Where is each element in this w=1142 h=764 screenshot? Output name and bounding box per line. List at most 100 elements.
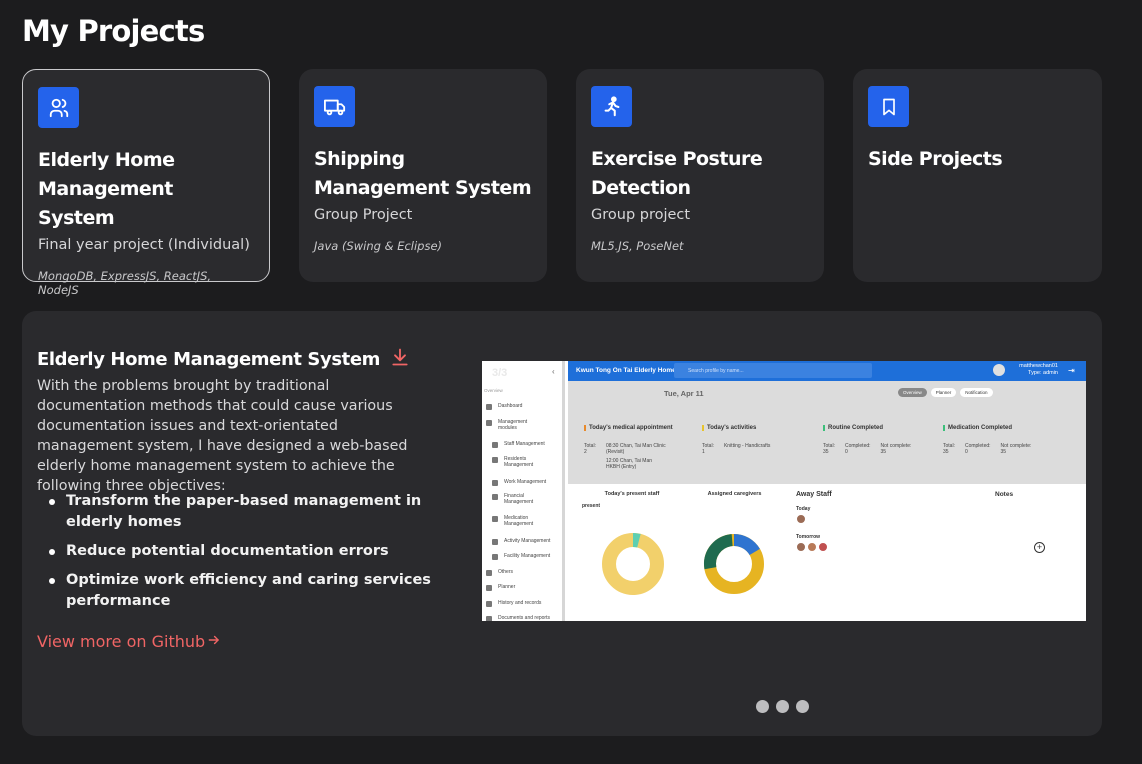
project-subtitle: Final year project (Individual)	[38, 237, 250, 253]
detail-title: Elderly Home Management System	[37, 347, 410, 372]
stat-title: Routine Completed	[823, 425, 911, 431]
objectives-list: Transform the paper-based management in …	[37, 491, 437, 620]
app-topbar: Kwun Tong On Tai Elderly Home Search pro…	[568, 361, 1086, 381]
residents-icon	[492, 457, 498, 463]
stat-value: 1	[702, 449, 705, 455]
stat-value: 35	[880, 449, 887, 455]
project-card-posture[interactable]: Exercise Posture Detection Group project…	[576, 69, 824, 282]
project-tech: ML5.JS, PoseNet	[591, 239, 684, 253]
arrow-right-icon	[207, 632, 221, 651]
app-sidebar-item: Dashboard	[486, 403, 522, 410]
app-summary: Tue, Apr 11 Overview Planner Notificatio…	[568, 381, 1086, 484]
away-staff-title: Away Staff	[796, 491, 832, 498]
project-title: Exercise Posture Detection	[591, 148, 763, 199]
stat-value: 2	[584, 449, 587, 455]
stat-value: 35	[823, 449, 829, 455]
download-icon[interactable]	[390, 347, 410, 372]
logout-icon: ⇥	[1068, 366, 1075, 375]
overview-label: Overview	[484, 388, 503, 393]
stat-title: Medication Completed	[943, 425, 1031, 431]
staff-avatar	[796, 514, 806, 524]
stat-value: 35	[1000, 449, 1007, 455]
present-donut-chart	[602, 533, 664, 595]
project-tech: MongoDB, ExpressJS, ReactJS, NodeJS	[38, 269, 212, 297]
app-tab: Notification	[960, 388, 993, 397]
app-sidebar-item: Work Management	[492, 479, 546, 486]
activity-icon	[492, 539, 498, 545]
project-subtitle: Group project	[591, 207, 691, 223]
carousel-dot[interactable]	[796, 700, 809, 713]
away-today-label: Today	[796, 506, 811, 512]
app-avatar	[993, 364, 1005, 376]
github-link[interactable]: View more on Github	[37, 632, 221, 651]
project-card-side[interactable]: Side Projects	[853, 69, 1102, 282]
app-sidebar: 3/3 ‹ Overview Dashboard Management modu…	[482, 361, 565, 621]
project-card-shipping[interactable]: Shipping Management System Group Project…	[299, 69, 547, 282]
page-title: My Projects	[22, 14, 205, 48]
stat-value: 35	[943, 449, 949, 455]
caregivers-donut-chart	[703, 534, 764, 594]
notes-title: Notes	[995, 491, 1014, 498]
caregivers-panel: Assigned caregivers	[687, 491, 782, 601]
app-tab: Planner	[930, 388, 957, 397]
dollar-icon	[492, 494, 498, 500]
app-sidebar-item: Documents and reports	[486, 615, 550, 621]
stat-routine: Routine Completed Total: 35 Completed: 0 N…	[823, 425, 911, 455]
objective-item: Reduce potential documentation errors	[37, 541, 437, 562]
carousel-dots	[756, 700, 809, 713]
panel-title: Assigned caregivers	[707, 491, 762, 497]
collapse-icon: ‹	[552, 367, 555, 376]
app-tab: Overview	[898, 388, 927, 397]
planner-icon	[486, 585, 492, 591]
carousel-dot[interactable]	[756, 700, 769, 713]
away-today-avatars	[796, 514, 970, 526]
app-sidebar-item: History and records	[486, 600, 541, 607]
running-person-icon	[591, 86, 632, 127]
project-title: Elderly Home Management System	[38, 149, 175, 229]
users-icon	[38, 87, 79, 128]
stat-value: 0	[844, 449, 848, 455]
app-user: matthewchan01 Type: admin	[1008, 363, 1058, 377]
app-brand: Kwun Tong On Tai Elderly Home	[576, 367, 676, 374]
modules-icon	[486, 420, 492, 426]
notes-panel: Notes	[995, 491, 1013, 498]
app-sidebar-item: Planner	[486, 584, 515, 591]
project-screenshot: 3/3 ‹ Overview Dashboard Management modu…	[482, 361, 1086, 621]
work-icon	[492, 480, 498, 486]
app-sidebar-item: Others	[486, 569, 513, 576]
project-card-elderly-home[interactable]: Elderly Home Management System Final yea…	[22, 69, 270, 297]
away-tomorrow-avatars	[796, 542, 970, 554]
app-sidebar-item: Facility Management	[492, 553, 550, 560]
objective-item: Optimize work efficiency and caring serv…	[37, 570, 437, 612]
project-title: Side Projects	[868, 148, 1003, 170]
stat-activities: Today's activities Total: 1 Knitting - Ha…	[702, 425, 770, 455]
app-sidebar-item: Management modules	[486, 419, 546, 431]
app-date: Tue, Apr 11	[664, 389, 704, 398]
staff-avatar	[818, 542, 828, 552]
facility-icon	[492, 554, 498, 560]
project-subtitle: Group Project	[314, 207, 413, 223]
others-icon	[486, 570, 492, 576]
stat-item: 08:30 Chan, Tai Man Clinic (Revisit)	[605, 443, 666, 455]
app-sidebar-item: Activity Management	[492, 538, 550, 545]
bookmark-icon	[868, 86, 909, 127]
carousel-dot[interactable]	[776, 700, 789, 713]
app-user-type: Type: admin	[1028, 370, 1058, 376]
stat-title: Today's activities	[702, 425, 770, 431]
app-sidebar-item: Medication Management	[492, 515, 552, 527]
app-search: Search profile by name...	[674, 363, 872, 378]
staff-avatar	[796, 542, 806, 552]
stat-title: Today's medical appointment	[584, 425, 673, 431]
app-sidebar-item: Financial Management	[492, 493, 552, 505]
stat-item: 12:00 Chan, Tai Man HKBH (Entry)	[605, 458, 653, 470]
dashboard-icon	[486, 404, 492, 410]
detail-description: With the problems brought by traditional…	[37, 378, 408, 494]
objective-item: Transform the paper-based management in …	[37, 491, 437, 533]
medication-icon	[492, 516, 498, 522]
app-user-name: matthewchan01	[1019, 363, 1058, 369]
history-icon	[486, 601, 492, 607]
project-title: Shipping Management System	[314, 148, 532, 199]
staff-icon	[492, 442, 498, 448]
app-tabs: Overview Planner Notification	[898, 388, 993, 397]
away-tomorrow-label: Tomorrow	[796, 534, 821, 540]
